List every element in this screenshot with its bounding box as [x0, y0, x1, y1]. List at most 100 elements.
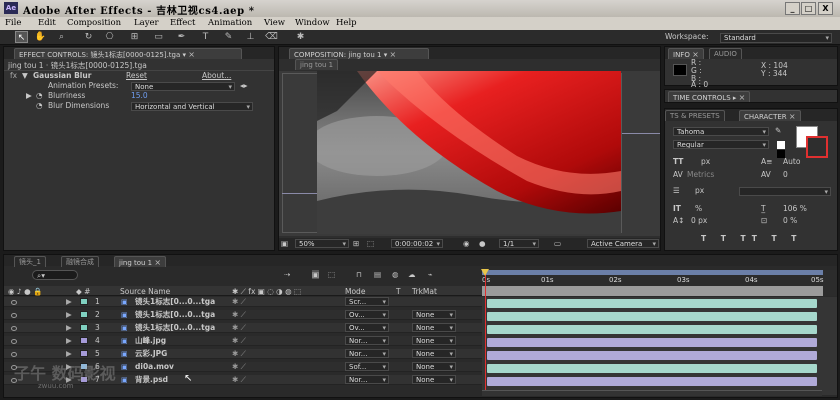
horizontal-scale-value[interactable]: 106 % [783, 204, 807, 213]
layer-source-name[interactable]: 镜头1标志[0...0...tga [135, 323, 225, 333]
menu-layer[interactable]: Layer [134, 18, 159, 28]
trkmat-dropdown[interactable]: None [412, 310, 456, 319]
menu-help[interactable]: Help [336, 18, 357, 28]
puppet-tool-icon[interactable]: ✱ [294, 31, 307, 43]
layer-switch-icons[interactable]: ✱ ⟋ [232, 349, 246, 359]
layer-source-name[interactable]: 背景.psd [135, 375, 225, 385]
layer-row[interactable]: ▶ 4 ▣ 山峰.jpg ✱ ⟋ Nor... None [4, 336, 482, 346]
work-area-bar[interactable] [482, 286, 823, 296]
layer-duration-bar[interactable] [487, 351, 817, 360]
trkmat-dropdown[interactable]: None [412, 362, 456, 371]
blur-dimensions-dropdown[interactable]: Horizontal and Vertical [131, 102, 253, 111]
zoom-dropdown[interactable]: 50% [295, 239, 349, 248]
region-icon[interactable]: ▭ [554, 239, 561, 248]
layer-switch-icons[interactable]: ✱ ⟋ [232, 297, 246, 307]
trkmat-dropdown[interactable]: None [412, 336, 456, 345]
layer-switch-icons[interactable]: ✱ ⟋ [232, 310, 246, 320]
current-time-display[interactable]: 0:00:00:02 [391, 239, 443, 248]
text-style-buttons[interactable]: T T TT T T [701, 234, 802, 243]
layer-duration-bar[interactable] [487, 325, 817, 334]
leading-value[interactable]: Auto [783, 157, 800, 166]
workspace-dropdown[interactable]: Standard [720, 33, 832, 43]
expand-triangle-icon[interactable]: ▶ [66, 349, 72, 359]
layer-switch-icons[interactable]: ✱ ⟋ [232, 336, 246, 346]
blend-mode-dropdown[interactable]: Nor... [345, 336, 389, 345]
layer-duration-bar[interactable] [487, 312, 817, 321]
tab-character[interactable]: CHARACTER × [739, 110, 801, 121]
motion-blur-icon[interactable]: ◍ [392, 270, 399, 279]
label-color-swatch[interactable] [80, 298, 88, 305]
pan-behind-tool-icon[interactable]: ⊞ [128, 31, 141, 43]
playhead[interactable] [485, 270, 486, 395]
layer-switch-icons[interactable]: ✱ ⟋ [232, 323, 246, 333]
blend-mode-dropdown[interactable]: Scr... [345, 297, 389, 306]
menu-window[interactable]: Window [295, 18, 330, 28]
tab-effects-presets[interactable]: TS & PRESETS [665, 110, 725, 121]
brush-tool-icon[interactable]: ✎ [222, 31, 235, 43]
clone-tool-icon[interactable]: ⊥ [244, 31, 257, 43]
blend-mode-dropdown[interactable]: Ov... [345, 323, 389, 332]
layer-source-name[interactable]: di0a.mov [135, 362, 225, 372]
visibility-eye-icon[interactable] [11, 339, 17, 344]
visibility-eye-icon[interactable] [11, 313, 17, 318]
blend-mode-dropdown[interactable]: Ov... [345, 310, 389, 319]
snapshot-icon[interactable]: ◉ [463, 239, 470, 248]
live-update-icon[interactable]: ▣ [312, 270, 320, 279]
frame-blending-icon[interactable]: ▤ [374, 270, 381, 279]
tab-effect-controls[interactable]: EFFECT CONTROLS: 镜头1标志[0000-0125].tga ▾ … [14, 48, 242, 59]
tsume-value[interactable]: 0 % [783, 216, 797, 225]
timeline-zoom-slider[interactable] [482, 390, 822, 396]
expand-triangle-icon[interactable]: ▶ [66, 297, 72, 307]
tab-timeline-2[interactable]: 融镜合成 [61, 256, 99, 267]
stopwatch-icon[interactable]: ◔ [36, 101, 43, 110]
blurriness-value[interactable]: 15.0 [131, 91, 148, 100]
minimize-button[interactable]: _ [785, 2, 800, 15]
expand-triangle-icon[interactable]: ▶ [26, 91, 32, 100]
baseline-shift-value[interactable]: 0 px [691, 216, 707, 225]
rotate-tool-icon[interactable]: ↻ [82, 31, 95, 43]
preset-nav-icon[interactable]: ◂▸ [240, 81, 248, 90]
stroke-color-swatch[interactable] [806, 136, 828, 158]
layer-row[interactable]: ▶ 1 ▣ 镜头1标志[0...0...tga ✱ ⟋ Scr... [4, 297, 482, 307]
trkmat-dropdown[interactable]: None [412, 375, 456, 384]
rectangle-tool-icon[interactable]: ▭ [152, 31, 165, 43]
camera-dropdown[interactable]: Active Camera [587, 239, 659, 248]
selection-tool-icon[interactable]: ↖ [15, 31, 28, 43]
expand-triangle-icon[interactable]: ▶ [66, 310, 72, 320]
preview-toggle-icon[interactable]: ▣ [281, 239, 288, 248]
animation-presets-dropdown[interactable]: None [131, 82, 235, 91]
blend-mode-dropdown[interactable]: Sof... [345, 362, 389, 371]
mode-header[interactable]: Mode [345, 287, 365, 296]
menu-edit[interactable]: Edit [38, 18, 56, 28]
comp-viewer-area[interactable] [279, 71, 660, 236]
layer-duration-bar[interactable] [487, 377, 817, 386]
layer-duration-bar[interactable] [487, 364, 817, 373]
comp-mini-flowchart-icon[interactable]: ⇢ [284, 270, 290, 279]
tab-audio[interactable]: AUDIO [709, 48, 742, 59]
eraser-tool-icon[interactable]: ⌫ [265, 31, 278, 43]
tracking-value[interactable]: 0 [783, 170, 788, 179]
font-size-value[interactable]: px [701, 157, 710, 166]
blend-mode-dropdown[interactable]: Nor... [345, 349, 389, 358]
tab-composition[interactable]: COMPOSITION: jing tou 1 ▾ × [289, 48, 429, 59]
source-name-header[interactable]: Source Name [120, 287, 170, 296]
tab-timeline-1[interactable]: 镜头_1 [14, 256, 46, 267]
layer-switch-icons[interactable]: ✱ ⟋ [232, 375, 246, 385]
layer-search-input[interactable]: ⌕▾ [32, 270, 78, 280]
label-color-swatch[interactable] [80, 337, 88, 344]
trkmat-header[interactable]: TrkMat [412, 287, 437, 296]
label-color-swatch[interactable] [80, 311, 88, 318]
visibility-eye-icon[interactable] [11, 352, 17, 357]
menu-file[interactable]: File [5, 18, 21, 28]
blend-mode-dropdown[interactable]: Nor... [345, 375, 389, 384]
about-link[interactable]: About... [202, 71, 231, 80]
time-ruler[interactable]: 0s 01s 02s 03s 04s 05s [482, 270, 837, 296]
draft-3d-icon[interactable]: ⬚ [328, 270, 335, 279]
menu-view[interactable]: View [264, 18, 285, 28]
trkmat-dropdown[interactable]: None [412, 349, 456, 358]
stopwatch-icon[interactable]: ◔ [36, 91, 43, 100]
eyedropper-icon[interactable]: ✎ [775, 126, 781, 135]
brainstorm-icon[interactable]: ☁ [408, 270, 416, 279]
layer-duration-bar[interactable] [487, 299, 817, 308]
expand-triangle-icon[interactable]: ▶ [66, 323, 72, 333]
